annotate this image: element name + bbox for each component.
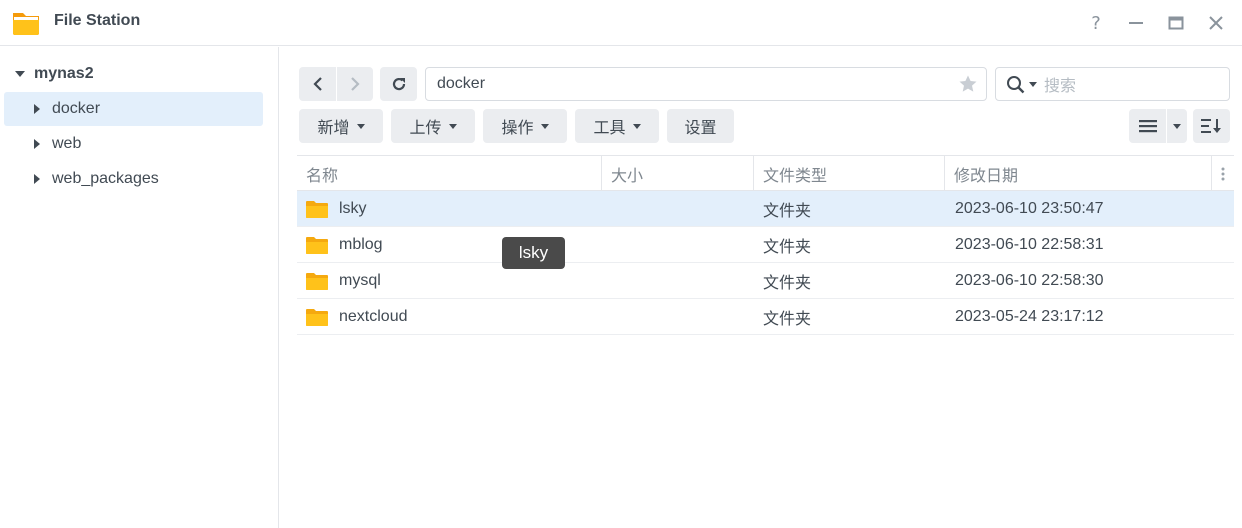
tree-item-label: web_packages bbox=[52, 170, 159, 187]
tree-root-mynas2[interactable]: mynas2 bbox=[14, 64, 94, 84]
dropdown-caret-icon bbox=[540, 123, 549, 129]
file-modified: 2023-05-24 23:17:12 bbox=[955, 307, 1104, 325]
tree-item-docker[interactable]: docker bbox=[4, 92, 263, 126]
sort-button[interactable] bbox=[1193, 109, 1230, 143]
new-button-label: 新增 bbox=[317, 118, 350, 137]
caret-right-icon[interactable] bbox=[34, 139, 44, 149]
close-icon[interactable] bbox=[1203, 10, 1229, 36]
upload-button[interactable]: 上传 bbox=[391, 109, 475, 143]
file-station-app-icon bbox=[13, 13, 39, 35]
refresh-icon bbox=[392, 77, 405, 91]
help-icon[interactable]: ? bbox=[1083, 10, 1109, 36]
view-mode-group bbox=[1129, 109, 1187, 143]
list-view-icon bbox=[1138, 120, 1157, 133]
folder-icon bbox=[306, 273, 328, 290]
tree-item-label: docker bbox=[52, 100, 101, 117]
current-path: docker bbox=[437, 75, 486, 92]
column-header-size[interactable]: 大小 bbox=[602, 156, 754, 191]
file-name: lsky bbox=[339, 199, 367, 217]
refresh-button[interactable] bbox=[380, 67, 417, 101]
file-list-table: 名称 大小 文件类型 修改日期 lsky 文件夹 2023-06-10 23:5… bbox=[297, 155, 1234, 335]
tree-item-label: web bbox=[52, 135, 82, 152]
column-header-name[interactable]: 名称 bbox=[297, 156, 602, 191]
folder-tree-sidebar: mynas2 docker web web_packages bbox=[0, 47, 279, 528]
file-type: 文件夹 bbox=[763, 236, 812, 256]
file-name: nextcloud bbox=[339, 307, 408, 325]
action-button[interactable]: 操作 bbox=[483, 109, 567, 143]
folder-icon bbox=[306, 201, 328, 218]
history-nav bbox=[299, 67, 373, 101]
upload-button-label: 上传 bbox=[409, 118, 442, 137]
path-bar[interactable]: docker bbox=[425, 67, 987, 101]
caret-right-icon[interactable] bbox=[34, 104, 44, 114]
maximize-icon[interactable] bbox=[1163, 10, 1189, 36]
dropdown-caret-icon bbox=[356, 123, 365, 129]
tree-item-web[interactable]: web bbox=[4, 127, 263, 161]
file-name: mblog bbox=[339, 235, 383, 253]
file-type: 文件夹 bbox=[763, 272, 812, 292]
dropdown-caret-icon bbox=[1173, 123, 1181, 129]
action-button-label: 操作 bbox=[501, 118, 534, 137]
dropdown-caret-icon bbox=[632, 123, 641, 129]
new-button[interactable]: 新增 bbox=[299, 109, 383, 143]
tools-button-label: 工具 bbox=[593, 118, 626, 137]
file-modified: 2023-06-10 22:58:31 bbox=[955, 235, 1104, 253]
settings-button-label: 设置 bbox=[684, 118, 717, 137]
window-title: File Station bbox=[54, 12, 141, 29]
column-header-modified[interactable]: 修改日期 bbox=[945, 156, 1212, 191]
back-button[interactable] bbox=[299, 67, 336, 101]
sort-icon bbox=[1200, 119, 1221, 133]
search-box bbox=[995, 67, 1230, 101]
list-view-button[interactable] bbox=[1129, 109, 1166, 143]
table-row[interactable]: mysql 文件夹 2023-06-10 22:58:30 bbox=[297, 263, 1234, 299]
tools-button[interactable]: 工具 bbox=[575, 109, 659, 143]
title-bar: File Station ? bbox=[0, 0, 1242, 46]
minimize-icon[interactable] bbox=[1123, 10, 1149, 36]
settings-button[interactable]: 设置 bbox=[667, 109, 734, 143]
view-mode-dropdown[interactable] bbox=[1167, 109, 1187, 143]
file-modified: 2023-06-10 22:58:30 bbox=[955, 271, 1104, 289]
chevron-down-icon bbox=[1029, 82, 1037, 87]
file-type: 文件夹 bbox=[763, 200, 812, 220]
table-row[interactable]: nextcloud 文件夹 2023-05-24 23:17:12 bbox=[297, 299, 1234, 335]
caret-down-icon[interactable] bbox=[14, 65, 28, 83]
star-icon[interactable] bbox=[958, 74, 978, 99]
file-type: 文件夹 bbox=[763, 308, 812, 328]
dropdown-caret-icon bbox=[448, 123, 457, 129]
folder-icon bbox=[306, 237, 328, 254]
file-modified: 2023-06-10 23:50:47 bbox=[955, 199, 1104, 217]
table-row[interactable]: lsky 文件夹 2023-06-10 23:50:47 bbox=[297, 191, 1234, 227]
tree-item-web-packages[interactable]: web_packages bbox=[4, 162, 263, 196]
hover-tooltip: lsky bbox=[502, 237, 565, 269]
column-options-icon[interactable] bbox=[1212, 156, 1234, 191]
forward-button[interactable] bbox=[336, 67, 373, 101]
tree-root-label: mynas2 bbox=[34, 65, 94, 82]
search-icon[interactable] bbox=[1006, 75, 1038, 95]
chevron-right-icon bbox=[351, 77, 360, 91]
search-input[interactable] bbox=[1044, 74, 1222, 96]
chevron-left-icon bbox=[312, 77, 322, 91]
caret-right-icon[interactable] bbox=[34, 174, 44, 184]
column-header-type[interactable]: 文件类型 bbox=[754, 156, 945, 191]
folder-icon bbox=[306, 309, 328, 326]
table-row[interactable]: mblog 文件夹 2023-06-10 22:58:31 bbox=[297, 227, 1234, 263]
table-header: 名称 大小 文件类型 修改日期 bbox=[297, 155, 1234, 191]
file-name: mysql bbox=[339, 271, 381, 289]
